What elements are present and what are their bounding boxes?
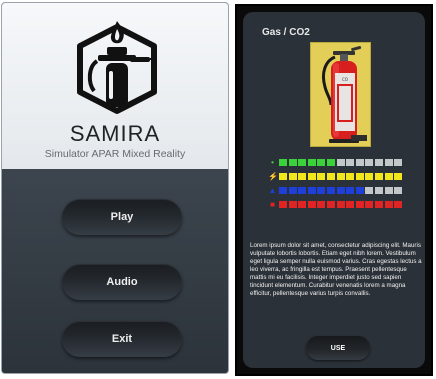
stat-segment <box>317 186 326 194</box>
stat-segment <box>307 200 316 208</box>
app-title: SAMIRA <box>69 121 161 146</box>
stat-segment <box>298 172 307 180</box>
stat-segment <box>326 172 335 180</box>
stat-segment <box>307 172 316 180</box>
stat-segment <box>394 158 403 166</box>
stat-segment <box>307 186 316 194</box>
stat-segment <box>336 158 345 166</box>
stat-segment <box>365 200 374 208</box>
stat-segment <box>384 186 393 194</box>
stat-segment <box>298 158 307 166</box>
use-button[interactable]: USE <box>306 336 370 360</box>
stat-segment <box>336 186 345 194</box>
stat-segment <box>384 158 393 166</box>
menu-header: SAMIRA Simulator APAR Mixed Reality <box>2 3 228 169</box>
stat-segment <box>326 158 335 166</box>
stat-segment <box>326 186 335 194</box>
stat-segment <box>346 172 355 180</box>
flame-icon: ■ <box>270 199 275 209</box>
exit-button[interactable]: Exit <box>62 321 182 357</box>
stat-segment <box>317 172 326 180</box>
item-description: Lorem ipsum dolor sit amet, consectetur … <box>250 242 422 297</box>
stat-segment <box>374 158 383 166</box>
stat-segment <box>279 186 287 194</box>
stat-segment <box>288 172 297 180</box>
stat-segment <box>346 186 355 194</box>
stat-segment <box>384 200 393 208</box>
stat-segment <box>394 186 403 194</box>
stat-segment <box>288 186 297 194</box>
stat-segment <box>279 158 287 166</box>
menu-button-area: Play Audio Exit <box>2 169 228 373</box>
stat-segment <box>355 186 364 194</box>
stat-segment <box>374 172 383 180</box>
stat-bar-liquid: ▲ <box>268 185 404 195</box>
stat-segment <box>317 200 326 208</box>
stat-bar-effectiveness: • <box>268 157 404 167</box>
leaf-icon: • <box>271 157 274 167</box>
stat-segment <box>355 172 364 180</box>
fire-extinguisher-logo-icon <box>77 21 157 114</box>
stat-segment <box>326 200 335 208</box>
stat-segment <box>317 158 326 166</box>
item-title: Gas / CO2 <box>262 27 310 38</box>
stat-segment <box>298 200 307 208</box>
app-subtitle: Simulator APAR Mixed Reality <box>44 148 186 160</box>
stat-segment <box>279 172 287 180</box>
stat-segment <box>336 172 345 180</box>
stat-segment <box>288 200 297 208</box>
stat-segment <box>394 172 403 180</box>
extinguisher-label-text: CO <box>342 77 348 82</box>
stat-segment <box>374 186 383 194</box>
stat-segment <box>394 200 403 208</box>
stat-bar-electric: ⚡ <box>268 171 404 181</box>
extinguisher-image: CO <box>310 42 371 147</box>
stat-segment <box>355 200 364 208</box>
play-button[interactable]: Play <box>62 199 182 235</box>
stat-segment <box>346 200 355 208</box>
stat-segment <box>384 172 393 180</box>
extinguisher-icon: CO <box>321 45 367 143</box>
stat-segment <box>355 158 364 166</box>
liquid-icon: ▲ <box>268 185 277 195</box>
stat-segment <box>307 158 316 166</box>
lightning-icon: ⚡ <box>268 171 278 181</box>
stat-segment <box>374 200 383 208</box>
stat-segment <box>365 158 374 166</box>
stat-segment <box>346 158 355 166</box>
stat-segment <box>279 200 287 208</box>
stat-segment <box>336 200 345 208</box>
stat-bar-flammable: ■ <box>268 199 404 209</box>
stat-segment <box>298 186 307 194</box>
stat-segment <box>288 158 297 166</box>
main-menu-panel: SAMIRA Simulator APAR Mixed Reality Play… <box>1 2 229 374</box>
audio-button[interactable]: Audio <box>62 264 182 300</box>
stat-segment <box>365 186 374 194</box>
stat-segment <box>365 172 374 180</box>
